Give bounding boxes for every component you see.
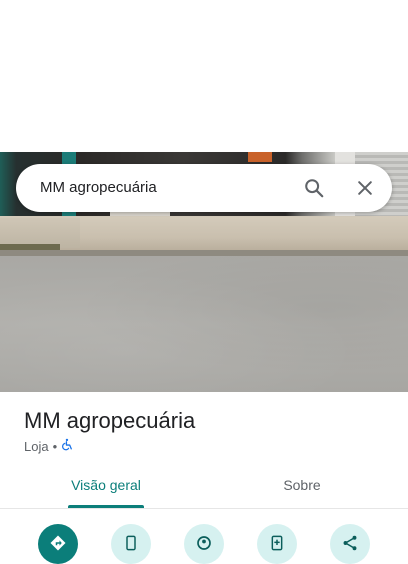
search-icon[interactable] bbox=[298, 172, 330, 204]
search-input[interactable]: MM agropecuária bbox=[40, 164, 157, 212]
action-buttons bbox=[0, 520, 408, 564]
share-button[interactable] bbox=[330, 524, 370, 564]
tab-about[interactable]: Sobre bbox=[262, 466, 342, 506]
place-subline: Loja • bbox=[24, 438, 74, 454]
add-to-list-icon bbox=[269, 534, 285, 557]
share-icon bbox=[341, 534, 359, 557]
close-icon[interactable] bbox=[349, 172, 381, 204]
search-bar[interactable]: MM agropecuária bbox=[16, 164, 392, 212]
tab-about-label: Sobre bbox=[283, 477, 321, 493]
tab-overview-label: Visão geral bbox=[71, 477, 141, 493]
location-button[interactable] bbox=[184, 524, 224, 564]
directions-button[interactable] bbox=[38, 524, 78, 564]
add-to-list-button[interactable] bbox=[257, 524, 297, 564]
tab-overview[interactable]: Visão geral bbox=[60, 466, 152, 508]
wheelchair-accessible-icon bbox=[61, 438, 74, 454]
place-category: Loja bbox=[24, 438, 49, 454]
tab-bar: Visão geral Sobre bbox=[0, 466, 408, 509]
active-tab-indicator bbox=[68, 505, 144, 508]
separator-dot: • bbox=[52, 438, 58, 454]
directions-icon bbox=[49, 534, 67, 557]
road bbox=[0, 256, 408, 392]
call-button[interactable] bbox=[111, 524, 151, 564]
phone-icon bbox=[123, 534, 139, 557]
location-pin-icon bbox=[195, 534, 213, 557]
place-title: MM agropecuária bbox=[24, 408, 196, 433]
